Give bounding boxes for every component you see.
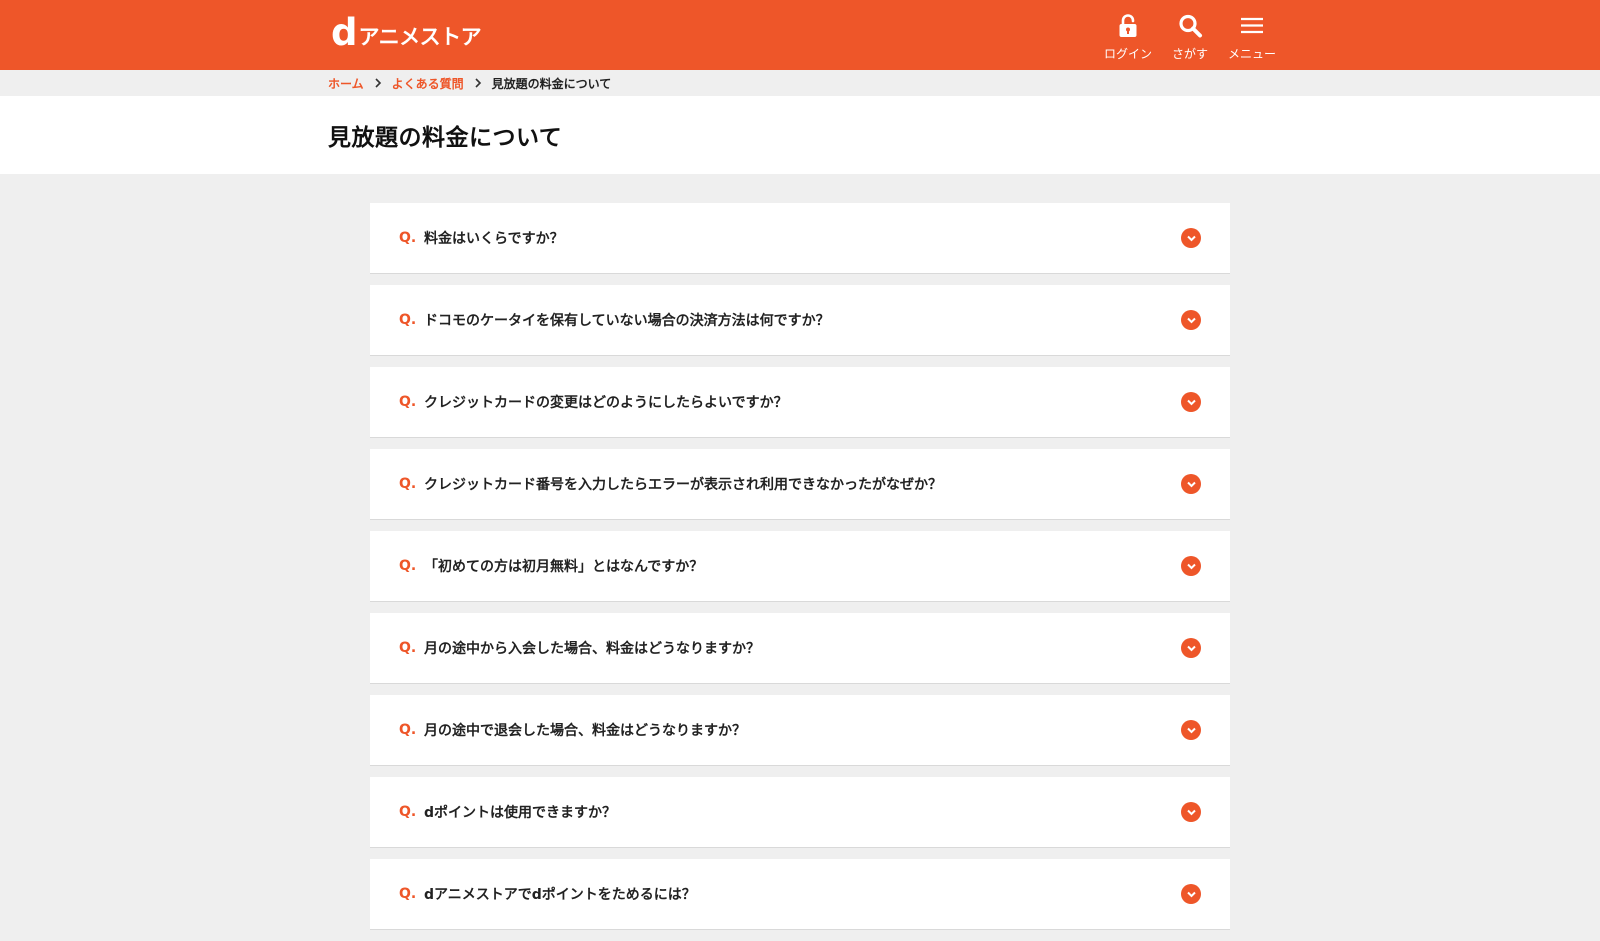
faq-q-prefix: Q. — [399, 394, 417, 410]
chevron-down-icon[interactable] — [1181, 228, 1201, 248]
faq-item[interactable]: Q. dアニメストアでdポイントをためるには？ — [370, 859, 1230, 930]
faq-q-prefix: Q. — [399, 476, 417, 492]
faq-item[interactable]: Q. 「初めての方は初月無料」とはなんですか？ — [370, 531, 1230, 602]
menu-label: メニュー — [1227, 47, 1276, 61]
faq-item[interactable]: Q. dポイントは使用できますか？ — [370, 777, 1230, 848]
page-title: 見放題の料金について — [328, 125, 563, 151]
faq-item[interactable]: Q. 月の途中から入会した場合、料金はどうなりますか？ — [370, 613, 1230, 684]
faq-question: 月の途中で退会した場合、料金はどうなりますか？ — [424, 723, 746, 739]
title-band: 見放題の料金について — [0, 96, 1600, 174]
login-button[interactable]: ログイン — [1097, 12, 1159, 62]
faq-q-prefix: Q. — [399, 230, 417, 246]
login-label: ログイン — [1103, 47, 1152, 61]
chevron-down-icon[interactable] — [1181, 474, 1201, 494]
logo-d: d — [331, 11, 357, 54]
chevron-down-icon[interactable] — [1181, 310, 1201, 330]
faq-q-prefix: Q. — [399, 804, 417, 820]
chevron-right-icon — [464, 78, 492, 88]
site-header: d アニメストア ログイン さがす メニュー — [0, 0, 1600, 70]
faq-question: ドコモのケータイを保有していない場合の決済方法は何ですか？ — [424, 313, 830, 329]
chevron-down-icon[interactable] — [1181, 556, 1201, 576]
faq-q-prefix: Q. — [399, 722, 417, 738]
faq-question: dポイントは使用できますか？ — [424, 805, 617, 821]
chevron-down-icon[interactable] — [1181, 392, 1201, 412]
menu-button[interactable]: メニュー — [1221, 12, 1283, 62]
chevron-down-icon[interactable] — [1181, 638, 1201, 658]
faq-item[interactable]: Q. クレジットカード番号を入力したらエラーが表示され利用できなかったがなぜか？ — [370, 449, 1230, 520]
faq-item[interactable]: Q. 月の途中で退会した場合、料金はどうなりますか？ — [370, 695, 1230, 766]
site-logo[interactable]: d アニメストア — [331, 11, 482, 54]
menu-icon — [1238, 12, 1266, 40]
faq-question: クレジットカード番号を入力したらエラーが表示され利用できなかったがなぜか？ — [424, 477, 942, 493]
chevron-right-icon — [364, 78, 392, 88]
search-button[interactable]: さがす — [1159, 12, 1221, 62]
search-label: さがす — [1171, 47, 1208, 61]
search-icon — [1176, 12, 1204, 40]
faq-list: Q. 料金はいくらですか？ Q. ドコモのケータイを保有していない場合の決済方法… — [370, 203, 1230, 941]
breadcrumb-faq[interactable]: よくある質問 — [392, 75, 464, 92]
breadcrumb: ホーム よくある質問 見放題の料金について — [0, 70, 1600, 96]
chevron-down-icon[interactable] — [1181, 720, 1201, 740]
header-tools: ログイン さがす メニュー — [1097, 12, 1283, 62]
faq-question: クレジットカードの変更はどのようにしたらよいですか？ — [424, 395, 788, 411]
breadcrumb-home[interactable]: ホーム — [328, 75, 364, 92]
faq-item[interactable]: Q. クレジットカードの変更はどのようにしたらよいですか？ — [370, 367, 1230, 438]
faq-question: dアニメストアでdポイントをためるには？ — [424, 887, 696, 903]
faq-q-prefix: Q. — [399, 558, 417, 574]
faq-question: 月の途中から入会した場合、料金はどうなりますか？ — [424, 641, 760, 657]
breadcrumb-current: 見放題の料金について — [491, 76, 612, 91]
faq-q-prefix: Q. — [399, 312, 417, 328]
faq-item[interactable]: Q. 料金はいくらですか？ — [370, 203, 1230, 274]
logo-text: アニメストア — [358, 25, 482, 49]
faq-item[interactable]: Q. ドコモのケータイを保有していない場合の決済方法は何ですか？ — [370, 285, 1230, 356]
faq-question: 料金はいくらですか？ — [424, 231, 564, 247]
lock-icon — [1114, 12, 1142, 40]
faq-question: 「初めての方は初月無料」とはなんですか？ — [424, 559, 704, 575]
chevron-down-icon[interactable] — [1181, 802, 1201, 822]
chevron-down-icon[interactable] — [1181, 884, 1201, 904]
faq-q-prefix: Q. — [399, 640, 417, 656]
